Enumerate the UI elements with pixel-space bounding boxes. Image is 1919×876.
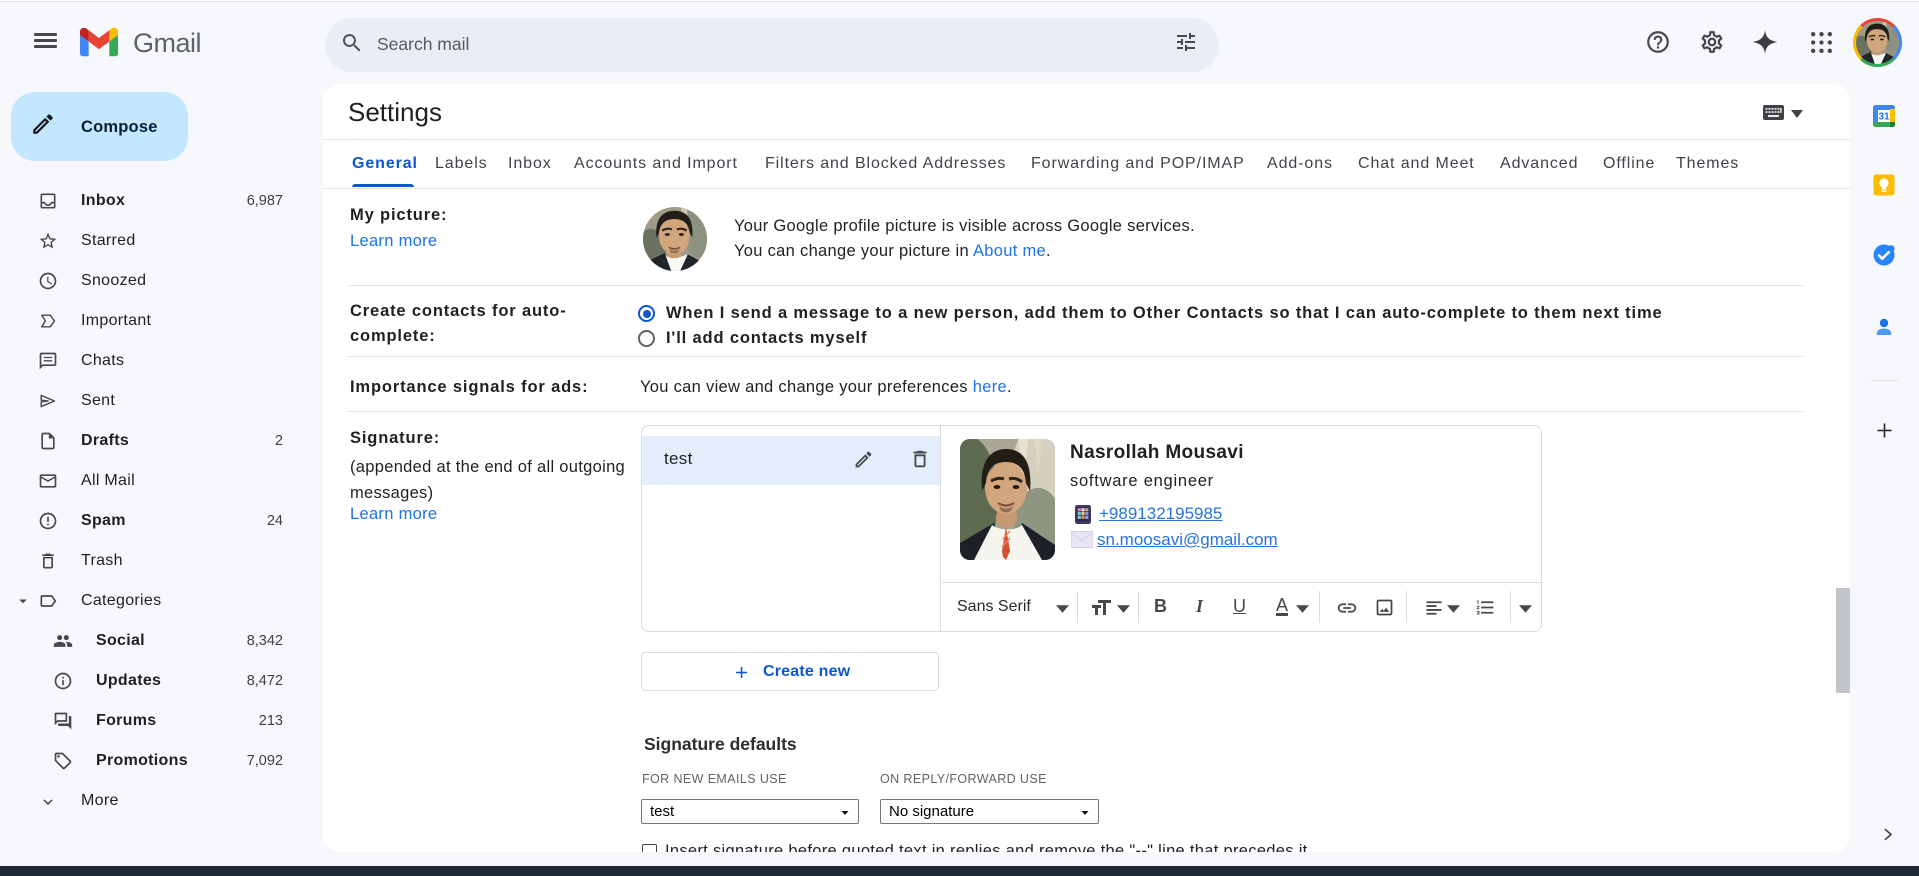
svg-text:31: 31: [1878, 112, 1890, 123]
